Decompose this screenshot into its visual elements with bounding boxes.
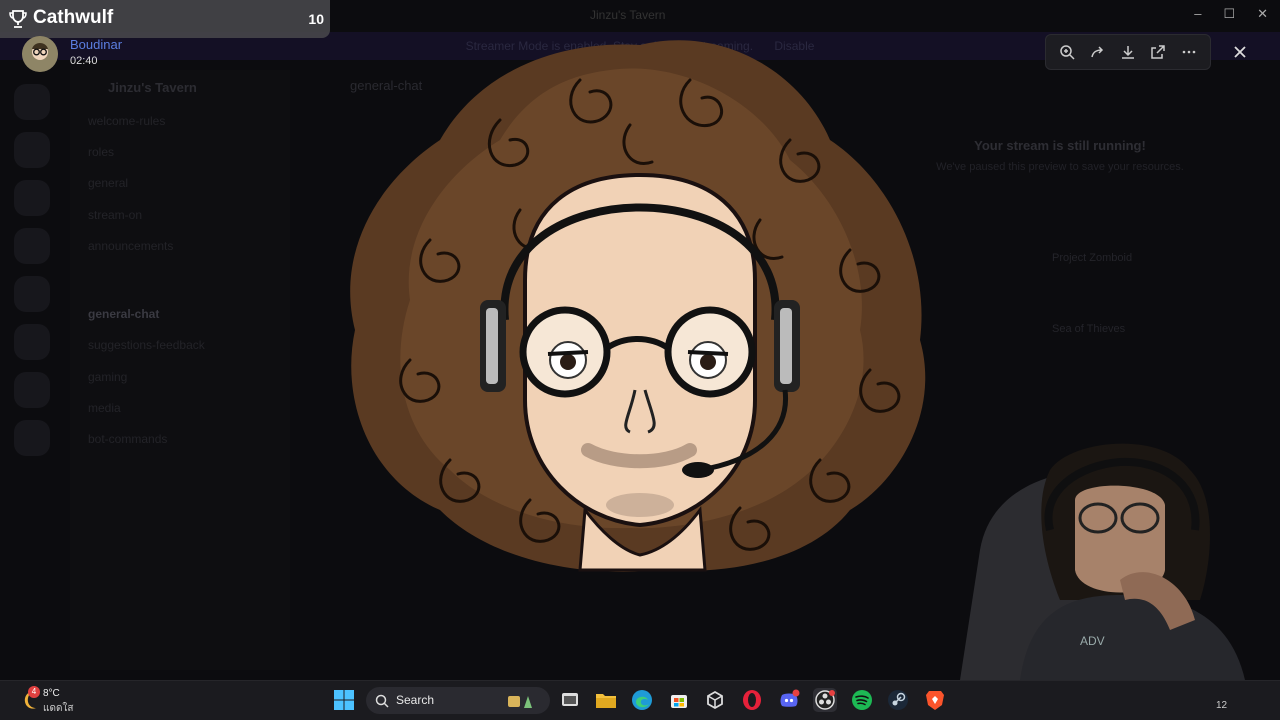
server-icon[interactable]: [14, 84, 50, 120]
edge-browser-icon[interactable]: [630, 688, 654, 712]
trophy-icon: [9, 10, 27, 28]
server-name[interactable]: Jinzu's Tavern: [108, 80, 197, 95]
server-icon[interactable]: [14, 324, 50, 360]
server-icon[interactable]: [14, 228, 50, 264]
server-icon[interactable]: [14, 132, 50, 168]
notification-count: 10: [308, 11, 324, 27]
unity-icon[interactable]: [703, 688, 727, 712]
channel-item[interactable]: announcements: [88, 239, 173, 253]
task-view-icon[interactable]: [558, 688, 582, 712]
open-external-button[interactable]: [1146, 40, 1170, 64]
close-viewer-button[interactable]: [1226, 38, 1254, 66]
server-rail: [14, 84, 54, 468]
window-controls: – ☐ ✕: [1194, 6, 1268, 22]
server-icon[interactable]: [14, 180, 50, 216]
svg-text:ADV: ADV: [1080, 634, 1105, 648]
webcam-feed: ADV: [960, 443, 1245, 680]
channel-item[interactable]: gaming: [88, 370, 127, 384]
discord-icon[interactable]: [777, 688, 801, 712]
zoom-in-icon: [1060, 45, 1075, 60]
channel-item[interactable]: stream-on: [88, 208, 142, 222]
share-button[interactable]: [1086, 40, 1110, 64]
tray-label: 12: [1216, 700, 1228, 711]
open-external-icon: [1151, 45, 1166, 59]
brave-browser-icon[interactable]: [923, 688, 947, 712]
paused-subtitle: We've paused this preview to save your r…: [936, 161, 1184, 173]
spotify-icon[interactable]: [850, 688, 874, 712]
search-highlight-icon: [508, 696, 532, 708]
channel-item[interactable]: media: [88, 401, 121, 415]
server-icon[interactable]: [14, 372, 50, 408]
zoom-in-button[interactable]: [1055, 40, 1079, 64]
channel-item[interactable]: roles: [88, 145, 114, 159]
stream-elapsed-time: 02:40: [70, 55, 98, 67]
weather-temperature: 8°C: [43, 688, 60, 699]
maximize-icon[interactable]: ☐: [1223, 6, 1235, 22]
channel-item[interactable]: welcome-rules: [88, 114, 165, 128]
file-explorer-icon[interactable]: [594, 688, 618, 712]
windows-start-icon[interactable]: [333, 689, 355, 711]
search-label: Search: [396, 693, 435, 707]
achievement-notification: Cathwulf 10: [0, 0, 330, 38]
taskbar-search[interactable]: [366, 687, 550, 714]
share-icon: [1090, 46, 1103, 58]
close-icon: [1234, 46, 1246, 58]
window-title: Jinzu's Tavern: [590, 8, 666, 22]
download-icon: [1121, 46, 1134, 59]
steam-icon[interactable]: [886, 688, 910, 712]
more-icon: [1182, 50, 1196, 54]
search-icon: [375, 694, 389, 708]
activity-item: Project Zomboid: [1052, 252, 1133, 264]
stream-paused-notice: Your stream is still running! We've paus…: [920, 138, 1200, 173]
server-icon[interactable]: [14, 420, 50, 456]
server-icon[interactable]: [14, 276, 50, 312]
channel-item[interactable]: bot-commands: [88, 432, 167, 446]
notification-name: Cathwulf: [33, 7, 114, 28]
microsoft-store-icon[interactable]: [667, 688, 691, 712]
user-avatar-icon: [22, 36, 58, 72]
weather-description: แดดใส: [43, 703, 74, 714]
opera-browser-icon[interactable]: [740, 688, 764, 712]
minimize-icon[interactable]: –: [1194, 6, 1201, 22]
channel-item[interactable]: suggestions-feedback: [88, 338, 205, 352]
channel-item-active[interactable]: general-chat: [88, 307, 159, 321]
avatar-illustration: [350, 40, 926, 572]
obs-studio-icon[interactable]: [813, 688, 837, 712]
image-viewer-toolbar: [1045, 34, 1211, 70]
streamer-username[interactable]: Boudinar: [70, 37, 122, 52]
channel-item[interactable]: general: [88, 176, 128, 190]
streamer-avatar[interactable]: [22, 36, 58, 72]
activity-item: Sea of Thieves: [1052, 323, 1126, 335]
paused-title: Your stream is still running!: [974, 138, 1146, 153]
channel-sidebar: Jinzu's Tavern welcome-rules roles gener…: [70, 70, 290, 670]
weather-badge: 4: [28, 686, 40, 698]
download-button[interactable]: [1116, 40, 1140, 64]
window-close-icon[interactable]: ✕: [1257, 6, 1268, 22]
more-button[interactable]: [1177, 40, 1201, 64]
